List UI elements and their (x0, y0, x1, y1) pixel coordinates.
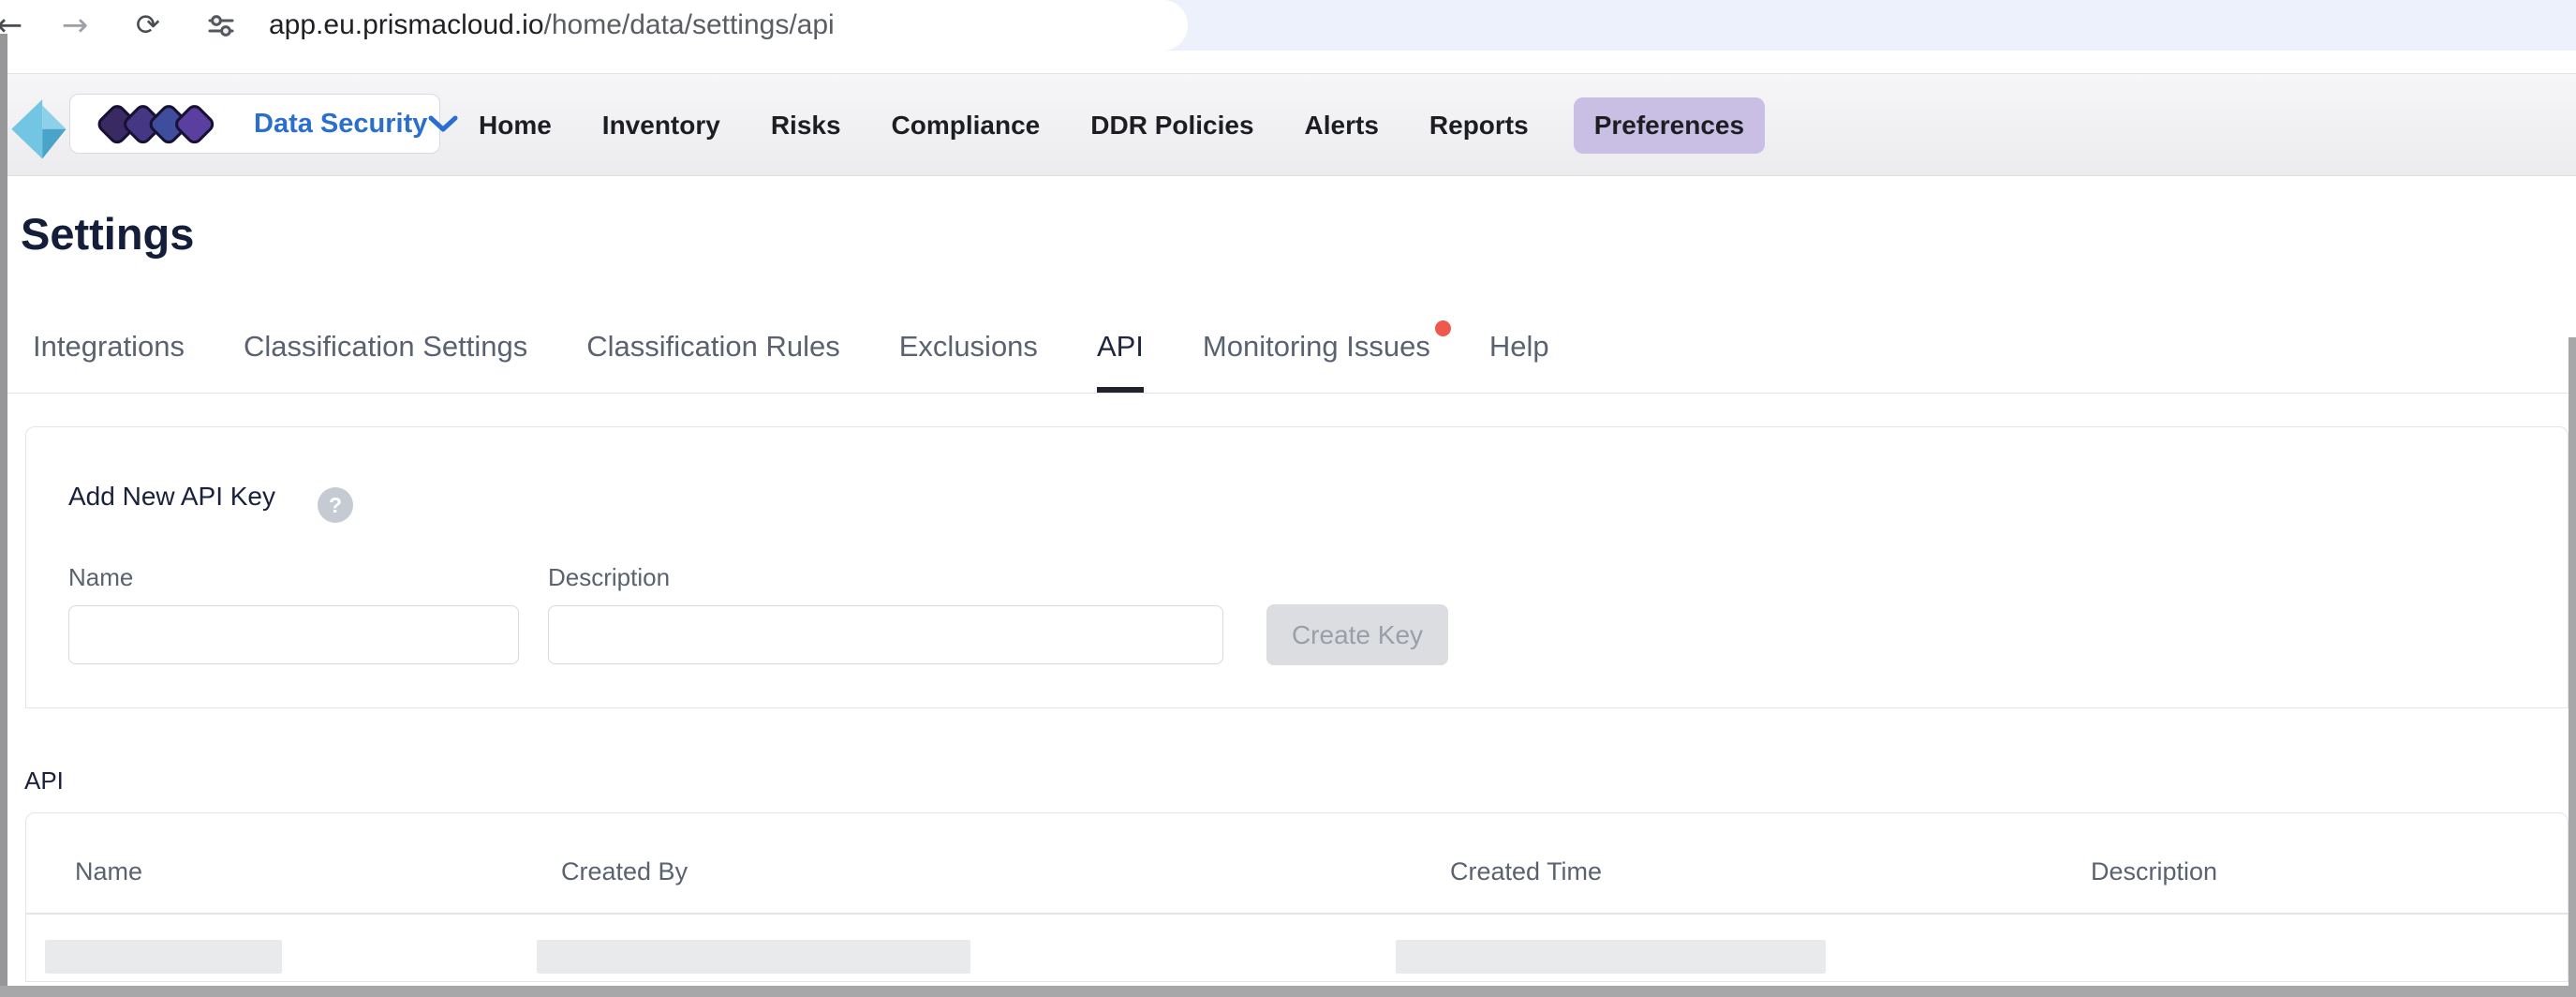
column-header-created-time: Created Time (1450, 857, 1602, 886)
settings-tabs: Integrations Classification Settings Cla… (33, 319, 1549, 394)
tab-classification-rules[interactable]: Classification Rules (586, 319, 840, 394)
column-header-description: Description (2091, 857, 2217, 886)
nav-item-reports[interactable]: Reports (1424, 97, 1534, 154)
loading-skeleton-created-by (537, 940, 970, 974)
screen-edge-left (0, 34, 7, 997)
name-label: Name (68, 563, 133, 592)
add-api-key-title: Add New API Key (68, 482, 275, 512)
api-keys-table: Name Created By Created Time Description (25, 812, 2569, 982)
reload-icon[interactable]: ⟳ (124, 0, 172, 51)
nav-item-home[interactable]: Home (473, 97, 557, 154)
page-title: Settings (21, 208, 194, 260)
nav-item-preferences[interactable]: Preferences (1574, 97, 1765, 154)
tab-monitoring-issues-label: Monitoring Issues (1203, 330, 1430, 363)
add-api-key-card: Add New API Key ? Name Description Creat… (25, 426, 2569, 708)
main-nav: Home Inventory Risks Compliance DDR Poli… (473, 74, 1765, 177)
url-text[interactable]: app.eu.prismacloud.io/home/data/settings… (269, 0, 835, 51)
tab-help[interactable]: Help (1489, 319, 1549, 394)
loading-skeleton-created-time (1396, 940, 1826, 974)
screen-edge-bottom (0, 986, 2576, 997)
table-header-divider (26, 913, 2568, 915)
data-security-icon (91, 100, 241, 147)
tab-integrations[interactable]: Integrations (33, 319, 185, 394)
chrome-gap (0, 51, 2576, 73)
chevron-down-icon (427, 113, 459, 134)
screen-edge-right (2569, 337, 2576, 986)
tabs-divider (0, 393, 2576, 394)
nav-item-ddr-policies[interactable]: DDR Policies (1085, 97, 1259, 154)
nav-item-inventory[interactable]: Inventory (597, 97, 726, 154)
browser-toolbar: ← → ⟳ app.eu.prismacloud.io/home/data/se… (0, 0, 2576, 51)
product-switcher[interactable]: Data Security (69, 94, 440, 154)
tab-monitoring-issues[interactable]: Monitoring Issues (1203, 319, 1430, 394)
name-input[interactable] (68, 605, 519, 664)
create-key-button[interactable]: Create Key (1266, 604, 1448, 665)
url-domain: app.eu.prismacloud.io (269, 9, 544, 40)
url-path: /home/data/settings/api (544, 9, 835, 40)
tab-classification-settings[interactable]: Classification Settings (244, 319, 527, 394)
column-header-created-by: Created By (561, 857, 688, 886)
nav-item-alerts[interactable]: Alerts (1299, 97, 1384, 154)
help-icon[interactable]: ? (318, 487, 353, 523)
nav-item-risks[interactable]: Risks (765, 97, 847, 154)
tab-api[interactable]: API (1097, 319, 1144, 394)
product-switcher-label: Data Security (254, 109, 427, 140)
notification-dot (1435, 320, 1451, 336)
column-header-name: Name (75, 857, 142, 886)
tab-exclusions[interactable]: Exclusions (899, 319, 1038, 394)
app-header: Data Security Home Inventory Risks Compl… (0, 73, 2576, 176)
description-label: Description (548, 563, 670, 592)
description-input[interactable] (548, 605, 1223, 664)
site-settings-icon[interactable] (195, 7, 247, 44)
forward-icon[interactable]: → (52, 0, 97, 51)
nav-item-compliance[interactable]: Compliance (886, 97, 1046, 154)
loading-skeleton-name (45, 940, 282, 974)
api-section-title: API (24, 766, 64, 796)
